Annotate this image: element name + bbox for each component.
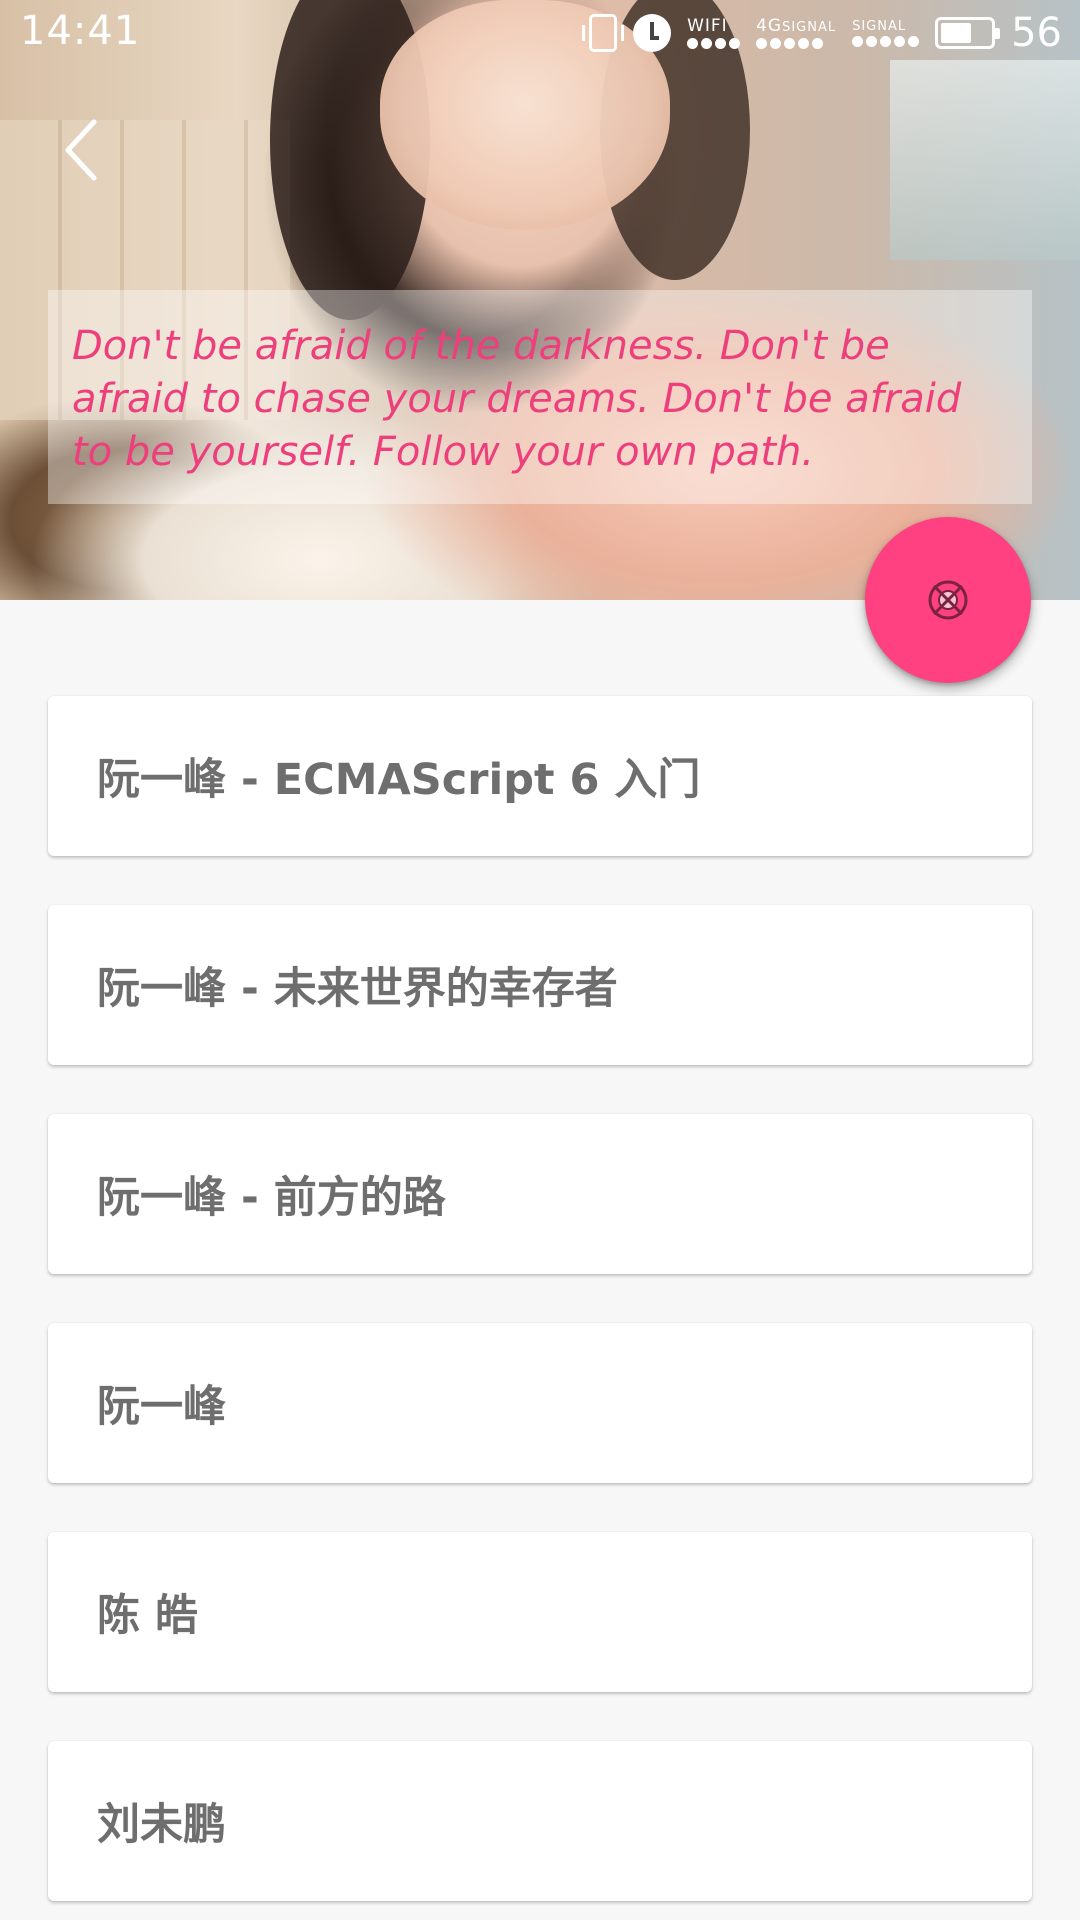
- vibrate-icon: [582, 14, 625, 52]
- list-item-title: 阮一峰 - ECMAScript 6 入门: [97, 755, 701, 805]
- list-item[interactable]: 阮一峰 - ECMAScript 6 入门: [48, 696, 1032, 856]
- signal-label: SIGNAL: [852, 18, 907, 34]
- battery-fill: [941, 23, 971, 43]
- signal-4g-label: 4G: [756, 15, 783, 36]
- list-item-title: 陈 皓: [97, 1591, 198, 1641]
- list-item-title: 阮一峰: [97, 1382, 226, 1432]
- fab-button[interactable]: [865, 517, 1031, 683]
- alarm-icon: [633, 14, 672, 52]
- status-time: 14:41: [20, 8, 141, 54]
- list-item[interactable]: 阮一峰: [48, 1323, 1032, 1483]
- list-item[interactable]: 陈 皓: [48, 1532, 1032, 1692]
- quote-box: Don't be afraid of the darkness. Don't b…: [48, 290, 1032, 504]
- status-bar: 14:41 WIFI 4GSIGNAL SIGNAL 56: [0, 0, 1080, 66]
- list-item-title: 阮一峰 - 前方的路: [97, 1173, 446, 1223]
- signal-4g-icon: 4GSIGNAL: [756, 15, 837, 49]
- back-button[interactable]: [50, 110, 120, 190]
- list-item[interactable]: 阮一峰 - 未来世界的幸存者: [48, 905, 1032, 1065]
- quote-text: Don't be afraid of the darkness. Don't b…: [72, 323, 962, 475]
- signal-icon: SIGNAL: [852, 18, 920, 47]
- blog-list: 阮一峰 - ECMAScript 6 入门 阮一峰 - 未来世界的幸存者 阮一峰…: [48, 696, 1032, 1920]
- list-item-title: 刘未鹏: [97, 1800, 226, 1850]
- list-item[interactable]: 阮一峰 - 前方的路: [48, 1114, 1032, 1274]
- shuffle-target-icon: [928, 580, 968, 620]
- screen: 14:41 WIFI 4GSIGNAL SIGNAL 56 Don't be a…: [0, 0, 1080, 1920]
- battery-icon: [935, 17, 1001, 49]
- signal-4g-sub-label: SIGNAL: [782, 19, 837, 35]
- battery-level: 56: [1011, 10, 1062, 56]
- header-image-window: [890, 60, 1080, 260]
- wifi-label: WIFI: [687, 15, 728, 36]
- list-item[interactable]: 刘未鹏: [48, 1741, 1032, 1901]
- wifi-icon: WIFI: [687, 15, 741, 49]
- list-item-title: 阮一峰 - 未来世界的幸存者: [97, 964, 618, 1014]
- chevron-left-icon: [65, 119, 97, 181]
- status-icons: WIFI 4GSIGNAL SIGNAL 56: [582, 8, 1062, 58]
